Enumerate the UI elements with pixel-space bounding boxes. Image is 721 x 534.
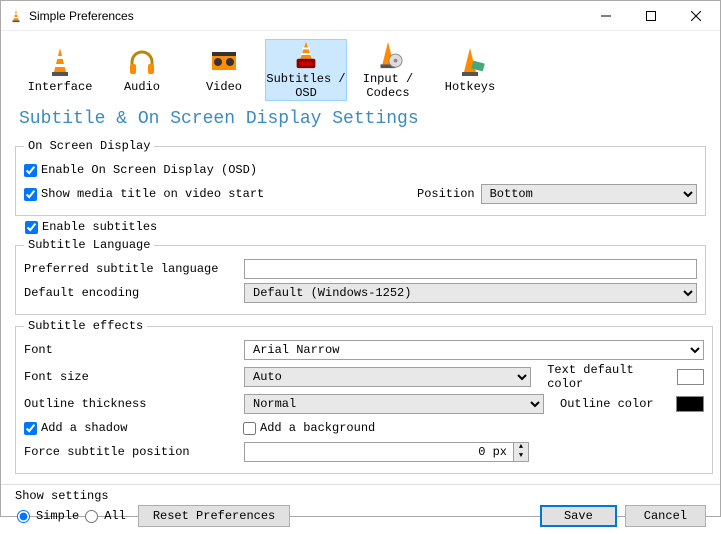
tab-hotkeys[interactable]: Hotkeys	[429, 39, 511, 101]
outline-color-label: Outline color	[560, 397, 670, 411]
maximize-button[interactable]	[628, 1, 673, 30]
outline-thickness-label: Outline thickness	[24, 397, 244, 411]
add-shadow-label: Add a shadow	[41, 421, 243, 435]
tab-label: Subtitles / OSD	[266, 72, 346, 100]
tab-video[interactable]: Video	[183, 39, 265, 101]
window-controls	[583, 1, 718, 30]
show-title-label: Show media title on video start	[41, 187, 401, 201]
position-select[interactable]: Bottom	[481, 184, 697, 204]
tab-interface[interactable]: Interface	[19, 39, 101, 101]
save-button[interactable]: Save	[540, 505, 617, 527]
position-label: Position	[417, 187, 475, 201]
subtitle-effects-group: Subtitle effects Font Arial Narrow Font …	[15, 319, 713, 474]
cancel-button[interactable]: Cancel	[625, 505, 706, 527]
show-settings-label: Show settings	[15, 489, 290, 503]
tab-audio[interactable]: Audio	[101, 39, 183, 101]
tab-label: Interface	[28, 80, 93, 94]
sub-lang-legend: Subtitle Language	[24, 238, 154, 252]
outline-color-swatch[interactable]	[676, 396, 704, 412]
outline-thickness-select[interactable]: Normal	[244, 394, 544, 414]
add-background-checkbox[interactable]	[243, 422, 256, 435]
force-position-spinbox[interactable]: ▲ ▼	[244, 442, 529, 462]
osd-group: On Screen Display Enable On Screen Displ…	[15, 139, 706, 216]
headphones-icon	[126, 46, 158, 78]
font-size-select[interactable]: Auto	[244, 367, 531, 387]
enable-subtitles-checkbox[interactable]	[25, 221, 38, 234]
window-title: Simple Preferences	[29, 9, 583, 23]
app-icon	[9, 9, 23, 23]
font-size-label: Font size	[24, 370, 244, 384]
show-settings-group: Show settings Simple All Reset Preferenc…	[15, 489, 290, 527]
show-title-checkbox[interactable]	[24, 188, 37, 201]
tab-subtitles[interactable]: Subtitles / OSD	[265, 39, 347, 101]
preferred-lang-input[interactable]	[244, 259, 697, 279]
enable-osd-checkbox[interactable]	[24, 164, 37, 177]
encoding-select[interactable]: Default (Windows-1252)	[244, 283, 697, 303]
tab-input[interactable]: Input / Codecs	[347, 39, 429, 101]
font-select[interactable]: Arial Narrow	[244, 340, 704, 360]
tab-label: Hotkeys	[445, 80, 495, 94]
category-tabs: Interface Audio Video Subtitles / OSD In…	[1, 31, 720, 101]
subtitles-icon	[290, 40, 322, 70]
encoding-label: Default encoding	[24, 286, 244, 300]
tab-label: Video	[206, 80, 242, 94]
titlebar: Simple Preferences	[1, 1, 720, 31]
reset-button[interactable]: Reset Preferences	[138, 505, 290, 527]
add-background-label: Add a background	[260, 421, 375, 435]
film-icon	[208, 46, 240, 78]
all-radio[interactable]	[85, 510, 98, 523]
cone-icon	[44, 46, 76, 78]
close-button[interactable]	[673, 1, 718, 30]
force-position-input[interactable]	[245, 443, 513, 461]
effects-legend: Subtitle effects	[24, 319, 147, 333]
hotkeys-icon	[454, 46, 486, 78]
text-color-label: Text default color	[547, 363, 671, 391]
enable-osd-label: Enable On Screen Display (OSD)	[41, 163, 257, 177]
font-label: Font	[24, 343, 244, 357]
add-shadow-checkbox[interactable]	[24, 422, 37, 435]
preferred-lang-label: Preferred subtitle language	[24, 262, 244, 276]
spin-down-button[interactable]: ▼	[514, 452, 528, 461]
tab-label: Audio	[124, 80, 160, 94]
text-color-swatch[interactable]	[677, 369, 704, 385]
all-label: All	[104, 509, 126, 523]
page-title: Subtitle & On Screen Display Settings	[1, 101, 720, 135]
simple-radio[interactable]	[17, 510, 30, 523]
osd-legend: On Screen Display	[24, 139, 154, 153]
content-area: On Screen Display Enable On Screen Displ…	[1, 135, 720, 484]
simple-label: Simple	[36, 509, 79, 523]
disc-icon	[372, 40, 404, 70]
preferences-window: Simple Preferences Interface Audio Video…	[0, 0, 721, 517]
enable-subtitles-label: Enable subtitles	[42, 220, 157, 234]
subtitle-language-group: Subtitle Language Preferred subtitle lan…	[15, 238, 706, 315]
footer: Show settings Simple All Reset Preferenc…	[1, 484, 720, 533]
force-position-label: Force subtitle position	[24, 445, 244, 459]
tab-label: Input / Codecs	[348, 72, 428, 100]
spin-up-button[interactable]: ▲	[514, 443, 528, 452]
minimize-button[interactable]	[583, 1, 628, 30]
